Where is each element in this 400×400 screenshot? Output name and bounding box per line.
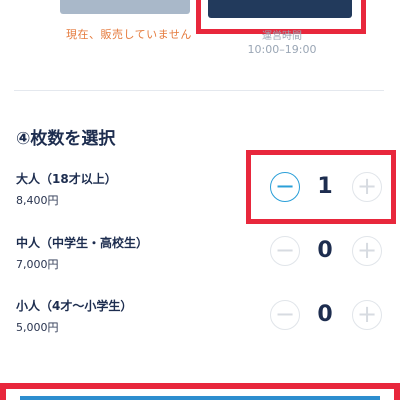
unavailable-note: 現在、販売していません <box>66 28 192 41</box>
ticket-price-junior: 7,000円 <box>16 258 59 271</box>
ticket-label-junior: 中人（中学生・高校生） <box>16 236 149 250</box>
ticket-purchase-page: 現在、販売していません 運営時間 10:00–19:00 ④枚数を選択 大人（1… <box>0 0 400 400</box>
ticket-label-child: 小人（4才〜小学生） <box>16 299 133 313</box>
operating-hours-label: 運営時間 <box>262 31 302 42</box>
minus-icon: − <box>274 299 296 328</box>
timeslot-button-unavailable[interactable] <box>60 0 190 14</box>
ticket-label-adult: 大人（18才以上） <box>16 172 117 186</box>
junior-quantity: 0 <box>317 238 333 263</box>
adult-quantity: 1 <box>317 174 333 199</box>
next-button[interactable] <box>20 396 380 400</box>
ticket-price-adult: 8,400円 <box>16 194 59 207</box>
child-minus-button[interactable]: − <box>270 300 300 330</box>
child-quantity: 0 <box>317 302 333 327</box>
adult-minus-button[interactable]: − <box>270 172 300 202</box>
minus-icon: − <box>274 171 296 200</box>
minus-icon: − <box>274 235 296 264</box>
timeslot-button-selected[interactable] <box>208 0 352 18</box>
plus-icon: + <box>356 299 378 328</box>
section-title-quantity: ④枚数を選択 <box>16 129 116 149</box>
child-plus-button[interactable]: + <box>352 300 382 330</box>
junior-minus-button[interactable]: − <box>270 236 300 266</box>
plus-icon: + <box>356 235 378 264</box>
section-divider <box>14 90 384 91</box>
ticket-price-child: 5,000円 <box>16 321 59 334</box>
operating-hours-value: 10:00–19:00 <box>247 43 317 56</box>
plus-icon: + <box>356 171 378 200</box>
adult-plus-button[interactable]: + <box>352 172 382 202</box>
junior-plus-button[interactable]: + <box>352 236 382 266</box>
